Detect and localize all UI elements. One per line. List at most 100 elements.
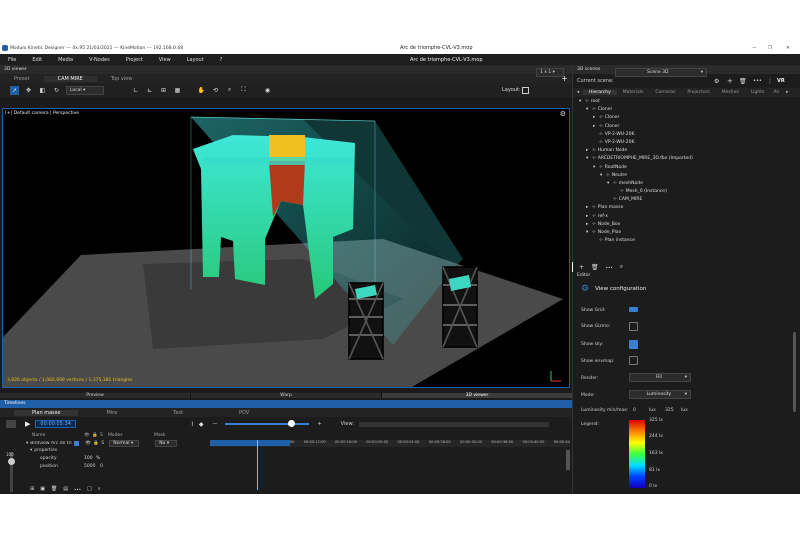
- timecode-display[interactable]: 00:00:05:34: [35, 420, 76, 428]
- timeline-zoom-slider[interactable]: [225, 420, 310, 427]
- add-folder-icon[interactable]: ⊞: [30, 486, 34, 492]
- layout-icon[interactable]: [522, 86, 529, 94]
- tree-node[interactable]: ▸ ⊹ Human Node: [579, 147, 800, 155]
- menu-help[interactable]: ?: [220, 57, 223, 63]
- timeline-settings-icon[interactable]: [6, 420, 16, 428]
- move-tool-icon[interactable]: ✥: [24, 86, 33, 95]
- zoom-icon[interactable]: ⌕: [225, 86, 234, 95]
- mode-dropdown[interactable]: Luminosity ▾: [629, 390, 691, 399]
- tree-node[interactable]: ▾ ⊹ Cloner: [579, 106, 800, 114]
- hierarchy-tree[interactable]: ▾ ⊹ root ▾ ⊹ Cloner ▸ ⊹ Cloner ▸ ⊹ Cloner ⊹ VP-2-WU-2…: [573, 97, 800, 245]
- tab-top-view[interactable]: Top view: [97, 76, 147, 82]
- tree-node[interactable]: ⊹ Mesh_0 (Instance): [579, 188, 800, 196]
- rotate-tool-icon[interactable]: ↻: [52, 86, 61, 95]
- tree-node[interactable]: ⊹ VP-2-WU-20K: [579, 131, 800, 139]
- layer-lock-icon[interactable]: 🔒: [93, 441, 101, 446]
- tree-node[interactable]: ▾ ⊹ RootNode: [579, 164, 800, 172]
- tree-node[interactable]: ▾ ⊹ ARCDETRIOMPHE_MIRE_3D.fbx (Imported): [579, 155, 800, 163]
- vr-button[interactable]: VR: [777, 78, 785, 84]
- delete-scene-icon[interactable]: 🗑: [739, 78, 747, 85]
- zoom-out-icon[interactable]: —: [212, 421, 217, 427]
- tree-node[interactable]: ⊹ VP-2-WU-20K: [579, 139, 800, 147]
- menu-layout[interactable]: Layout: [187, 57, 204, 63]
- menu-edit[interactable]: Edit: [32, 57, 42, 63]
- add-layer-icon[interactable]: ▣: [40, 486, 45, 492]
- play-icon[interactable]: ▶: [25, 420, 30, 428]
- tab-plan-masse[interactable]: Plan masse: [14, 409, 79, 416]
- layer-visibility-eye-icon[interactable]: 👁: [85, 441, 93, 446]
- tab-preview[interactable]: Preview: [0, 393, 190, 398]
- tab-warp[interactable]: Warp: [190, 393, 381, 398]
- show-grid-checkbox[interactable]: [629, 307, 638, 312]
- tab-pov[interactable]: POV: [211, 410, 277, 416]
- grid-tool-icon[interactable]: ▦: [173, 86, 182, 95]
- luminosity-max-input[interactable]: 325: [665, 408, 674, 413]
- 3d-viewport[interactable]: [+] Default camera | Perspective ⚙ 3,826…: [2, 108, 570, 388]
- tree-node[interactable]: ⊹ CAM_MIRE: [579, 196, 800, 204]
- viewport-settings-gear-icon[interactable]: ⚙: [560, 110, 566, 118]
- node-more-icon[interactable]: •••: [606, 265, 613, 270]
- tabs-left-arrow-icon[interactable]: ◂: [573, 90, 583, 95]
- minimize-button[interactable]: —: [752, 46, 757, 51]
- properties-expand-icon[interactable]: ▾: [30, 448, 32, 453]
- timeline-vscroll[interactable]: [566, 450, 570, 470]
- camera-label[interactable]: [+] Default camera | Perspective: [5, 111, 79, 116]
- tree-node[interactable]: ▸ ⊹ Cloner: [579, 123, 800, 131]
- delete-node-icon[interactable]: 🗑: [591, 264, 599, 271]
- tree-node[interactable]: ⊹ Plan instance: [579, 237, 800, 245]
- luminosity-min-input[interactable]: 0: [633, 408, 636, 413]
- tree-node[interactable]: ▸ ⊹ Node_Box: [579, 221, 800, 229]
- current-scene-dropdown[interactable]: Scene 3D ▾: [615, 68, 707, 77]
- delete-layer-icon[interactable]: 🗑: [51, 486, 57, 492]
- layer-name[interactable]: Birdview Arc de tri: [30, 441, 74, 446]
- pan-hand-icon[interactable]: ✋: [197, 86, 206, 95]
- focus-icon[interactable]: ⛶: [239, 86, 248, 95]
- curve-editor-icon[interactable]: ⌇: [191, 421, 194, 428]
- tab-test[interactable]: Test: [145, 410, 211, 416]
- menu-view[interactable]: View: [159, 57, 171, 63]
- render-dropdown[interactable]: Fill ▾: [629, 373, 691, 382]
- tree-node[interactable]: ▾ ⊹ root: [579, 98, 800, 106]
- layer-mask-dropdown[interactable]: No ▾: [155, 439, 178, 447]
- layer-clip-bar[interactable]: [210, 440, 290, 446]
- tree-node[interactable]: ▾ ⊹ Neutre: [579, 172, 800, 180]
- select-tool-icon[interactable]: ➚: [10, 85, 19, 95]
- search-node-icon[interactable]: ⌕: [620, 263, 623, 271]
- tab-preset[interactable]: Preset: [0, 76, 44, 82]
- maximize-button[interactable]: ❐: [768, 46, 772, 51]
- scene-options-icon[interactable]: ⋮: [767, 78, 773, 85]
- scene-more-icon[interactable]: •••: [753, 78, 762, 84]
- tab-hierarchy[interactable]: Hierarchy: [583, 90, 617, 95]
- show-sky-checkbox[interactable]: [629, 340, 638, 349]
- position-input[interactable]: 5000: [84, 464, 100, 469]
- tab-projectors[interactable]: Projectors: [681, 90, 715, 95]
- zoom-in-icon[interactable]: +: [317, 421, 321, 427]
- scale-tool-icon[interactable]: ◧: [38, 86, 47, 95]
- tree-node[interactable]: ▾ ⊹ Node_Plan: [579, 229, 800, 237]
- add-scene-icon[interactable]: +: [727, 77, 733, 85]
- search-layer-icon[interactable]: ⌕: [98, 486, 101, 492]
- add-node-icon[interactable]: +: [579, 264, 584, 271]
- show-envmap-checkbox[interactable]: [629, 356, 638, 365]
- tab-mire[interactable]: Mire: [78, 410, 145, 416]
- tree-node[interactable]: ▸ ⊹ Cloner: [579, 114, 800, 122]
- tabs-right-arrow-icon[interactable]: ▸: [782, 90, 792, 95]
- layout-dropdown[interactable]: 1 x 1 ▾: [536, 68, 564, 77]
- tree-node[interactable]: ▸ ⊹ ref-x: [579, 213, 800, 221]
- tab-materials[interactable]: Materials: [617, 90, 650, 95]
- tree-node[interactable]: ▸ ⊹ Plan masse: [579, 204, 800, 212]
- opacity-input[interactable]: 100: [84, 456, 96, 461]
- view-range-bar[interactable]: [358, 421, 549, 427]
- layer-solo-value[interactable]: S: [101, 441, 109, 446]
- menu-file[interactable]: File: [8, 57, 16, 63]
- snap-icon[interactable]: ⊾: [145, 86, 154, 95]
- menu-vnodes[interactable]: V-Nodes: [89, 57, 110, 63]
- align-icon[interactable]: ⊞: [159, 86, 168, 95]
- playhead[interactable]: [257, 440, 258, 490]
- menu-project[interactable]: Project: [126, 57, 143, 63]
- tab-cameras[interactable]: Cameras: [649, 90, 681, 95]
- ruler-icon[interactable]: ∟: [131, 86, 140, 95]
- layer-more-icon[interactable]: •••: [74, 487, 81, 492]
- menu-media[interactable]: Media: [58, 57, 73, 63]
- tab-lights[interactable]: Lights: [745, 90, 771, 95]
